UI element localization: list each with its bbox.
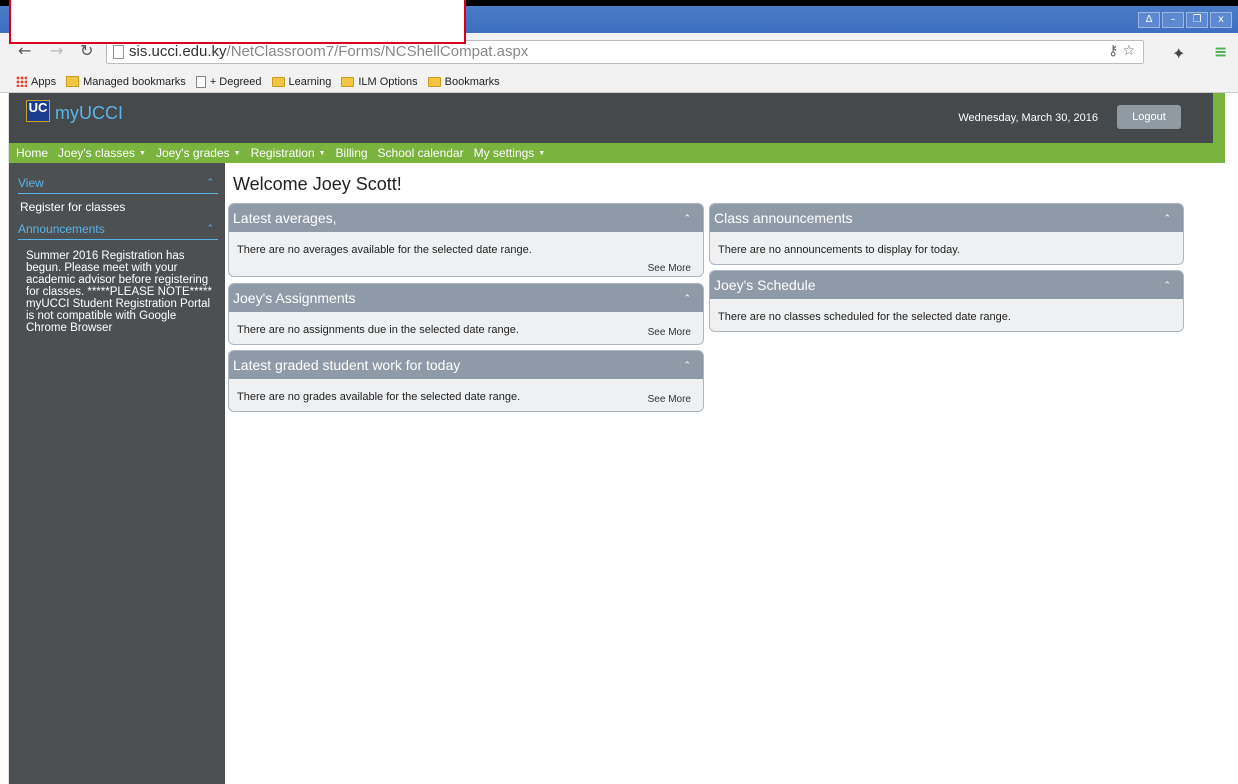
widget-latest-averages: Latest averages, ⌃ There are no averages… (228, 203, 704, 277)
collapse-chevron-icon[interactable]: ⌃ (206, 177, 214, 188)
collapse-chevron-icon[interactable]: ⌃ (1163, 271, 1171, 299)
see-more-link[interactable]: See More (648, 263, 691, 274)
hamburger-menu-icon[interactable]: ≡ (1214, 42, 1227, 61)
bookmark-learning[interactable]: Learning (271, 76, 331, 88)
folder-icon (341, 76, 355, 87)
widget-body: There are no averages available for the … (237, 244, 691, 274)
widget-header: Latest averages, ⌃ (229, 204, 703, 232)
omnibox-icons: ⚷ ☆ (1108, 43, 1135, 59)
redaction-box (9, 0, 466, 44)
menu-grades[interactable]: Joey's grades ▼ (156, 146, 241, 160)
ucci-logo[interactable]: UC (26, 100, 50, 122)
caret-down-icon: ▼ (318, 149, 326, 157)
restore-button[interactable]: ❐ (1186, 12, 1208, 28)
bookmark-apps[interactable]: Apps (16, 76, 56, 88)
caret-down-icon: ▼ (233, 149, 241, 157)
menu-registration[interactable]: Registration ▼ (251, 146, 326, 160)
page-icon (195, 75, 206, 88)
caret-down-icon: ▼ (139, 149, 146, 157)
bookmark-managed[interactable]: Managed bookmarks (66, 76, 186, 88)
apps-grid-icon (16, 76, 27, 87)
key-icon[interactable]: ⚷ (1108, 43, 1118, 59)
widget-body: There are no announcements to display fo… (718, 244, 960, 256)
extension-icon[interactable]: ✦ (1172, 44, 1185, 63)
user-icon[interactable]: Δ (1138, 12, 1160, 28)
see-more-link[interactable]: See More (648, 327, 691, 338)
widget-class-announcements: Class announcements ⌃ There are no annou… (709, 203, 1184, 265)
logout-button[interactable]: Logout (1117, 105, 1181, 129)
brand-title[interactable]: myUCCI (55, 103, 123, 124)
collapse-chevron-icon[interactable]: ⌃ (1163, 204, 1171, 232)
widget-header: Class announcements ⌃ (710, 204, 1183, 232)
register-for-classes-link[interactable]: Register for classes (20, 200, 125, 214)
widget-header: Joey's Schedule ⌃ (710, 271, 1183, 299)
window-controls: Δ – ❐ x (1138, 12, 1232, 28)
menu-school-calendar[interactable]: School calendar (378, 146, 464, 160)
sidebar-announcements-heading[interactable]: Announcements ⌃ (18, 222, 218, 240)
collapse-chevron-icon[interactable]: ⌃ (683, 351, 691, 379)
url-text: sis.ucci.edu.ky/NetClassroom7/Forms/NCSh… (129, 43, 529, 60)
widget-header: Latest graded student work for today ⌃ (229, 351, 703, 379)
widget-schedule: Joey's Schedule ⌃ There are no classes s… (709, 270, 1184, 332)
welcome-heading: Welcome Joey Scott! (233, 174, 402, 194)
menu-billing[interactable]: Billing (336, 146, 368, 160)
current-date: Wednesday, March 30, 2016 (958, 112, 1098, 124)
page-icon (113, 45, 124, 59)
sidebar-view-heading[interactable]: View ⌃ (18, 176, 218, 194)
announcement-text: Summer 2016 Registration has begun. Plea… (26, 250, 212, 334)
collapse-chevron-icon[interactable]: ⌃ (683, 204, 691, 232)
widget-body: There are no classes scheduled for the s… (718, 311, 1011, 323)
widget-body: There are no assignments due in the sele… (237, 324, 691, 338)
collapse-chevron-icon[interactable]: ⌃ (683, 284, 691, 312)
close-button[interactable]: x (1210, 12, 1232, 28)
sidebar: View ⌃ Register for classes Announcement… (9, 163, 225, 784)
widget-assignments: Joey's Assignments ⌃ There are no assign… (228, 283, 704, 345)
window-left-edge (0, 93, 9, 784)
bookmark-bookmarks[interactable]: Bookmarks (427, 76, 500, 88)
site-header: UC myUCCI Wednesday, March 30, 2016 Logo… (9, 93, 1213, 143)
see-more-link[interactable]: See More (648, 394, 691, 405)
widget-header: Joey's Assignments ⌃ (229, 284, 703, 312)
managed-folder-icon (66, 76, 80, 87)
minimize-button[interactable]: – (1162, 12, 1184, 28)
caret-down-icon: ▼ (538, 149, 546, 157)
collapse-chevron-icon[interactable]: ⌃ (206, 223, 214, 234)
menu-my-settings[interactable]: My settings ▼ (474, 146, 546, 160)
widget-graded-work: Latest graded student work for today ⌃ T… (228, 350, 704, 412)
star-icon[interactable]: ☆ (1122, 43, 1135, 59)
bookmarks-bar: Apps Managed bookmarks + Degreed Learnin… (0, 71, 1238, 93)
folder-icon (427, 76, 441, 87)
main-menu: Home Joey's classes ▼ Joey's grades ▼ Regi… (9, 143, 1225, 163)
folder-icon (271, 76, 285, 87)
menu-home[interactable]: Home (16, 146, 48, 160)
bookmark-degreed[interactable]: + Degreed (195, 75, 262, 88)
menu-classes[interactable]: Joey's classes ▼ (58, 146, 146, 160)
widget-body: There are no grades available for the se… (237, 391, 691, 405)
bookmark-ilm-options[interactable]: ILM Options (341, 76, 418, 88)
